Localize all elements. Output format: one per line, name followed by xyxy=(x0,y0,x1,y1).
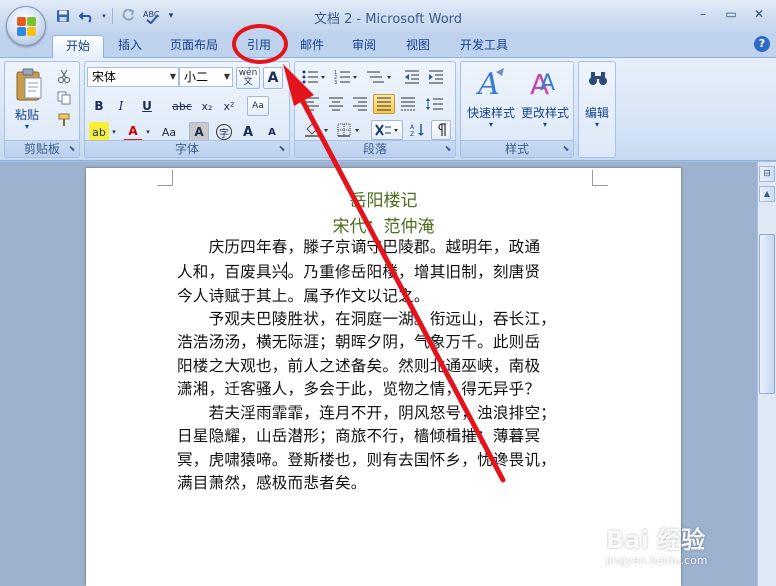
watermark-sub: jingyan.baidu.com xyxy=(606,554,708,567)
office-button[interactable] xyxy=(6,6,46,46)
watermark-main: Bai 经验 xyxy=(606,526,706,554)
annotation-arrow xyxy=(283,64,506,483)
office-logo-icon xyxy=(17,17,37,37)
baidu-watermark: Bai 经验 jingyan.baidu.com xyxy=(606,520,776,586)
